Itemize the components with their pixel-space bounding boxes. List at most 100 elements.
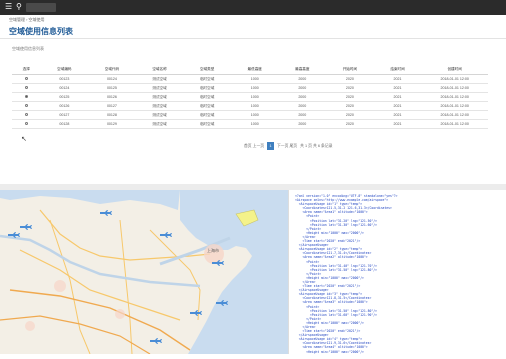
column-header[interactable]: 空域类型 <box>183 64 231 75</box>
table-cell: 2000 <box>279 111 327 120</box>
column-header[interactable]: 选择 <box>12 64 41 75</box>
table-cell: 1000 <box>231 120 279 129</box>
table-row[interactable]: 0012400125测试空域临时空域10002000202020212018-0… <box>12 84 488 93</box>
table-cell: 2000 <box>279 120 327 129</box>
column-header[interactable]: 空域代码 <box>88 64 136 75</box>
column-header[interactable]: 空域编码 <box>41 64 89 75</box>
table-cell: 2020 <box>326 102 374 111</box>
table-cell: 2020 <box>326 75 374 84</box>
table-cell: 2018-01-01 12:00 <box>421 93 488 102</box>
table-cell: 2000 <box>279 102 327 111</box>
table-cell: 测试空域 <box>136 102 184 111</box>
top-toolbar: ☰ ⚲ <box>0 0 506 15</box>
table-cell: 00124 <box>41 84 89 93</box>
table-cell: 00126 <box>41 102 89 111</box>
menu-icon[interactable]: ☰ <box>5 3 13 11</box>
column-header[interactable]: 创建时间 <box>421 64 488 75</box>
table-cell: 2020 <box>326 93 374 102</box>
row-radio[interactable] <box>25 86 28 89</box>
table-row[interactable]: 0012300124测试空域临时空域10002000202020212018-0… <box>12 75 488 84</box>
table-row[interactable]: 0012700128测试空域临时空域10002000202020212018-0… <box>12 111 488 120</box>
table-cell: 2021 <box>374 75 422 84</box>
table-cell: 00127 <box>88 102 136 111</box>
table-cell: 1000 <box>231 84 279 93</box>
page-title: 空域使用信息列表 <box>9 26 73 37</box>
table-cell: 2000 <box>279 75 327 84</box>
airspace-table: 选择空域编码空域代码空域名称空域类型最低高度最高高度开始时间结束时间创建时间 0… <box>12 64 488 129</box>
row-radio[interactable] <box>25 77 28 80</box>
table-cell: 2018-01-01 12:00 <box>421 84 488 93</box>
table-cell: 00125 <box>88 84 136 93</box>
mouse-cursor: ↖ <box>21 135 27 143</box>
table-cell: 1000 <box>231 111 279 120</box>
row-select-cell[interactable] <box>12 111 41 120</box>
table-cell: 临时空域 <box>183 120 231 129</box>
row-select-cell[interactable] <box>12 102 41 111</box>
pager-info: 共 1 页 共 6 条记录 <box>300 144 332 149</box>
table-cell: 00126 <box>88 93 136 102</box>
table-cell: 临时空域 <box>183 93 231 102</box>
table-cell: 2000 <box>279 93 327 102</box>
map-canvas[interactable]: 上海市 <box>0 190 288 354</box>
column-header[interactable]: 结束时间 <box>374 64 422 75</box>
table-cell: 2018-01-01 12:00 <box>421 102 488 111</box>
table-cell: 临时空域 <box>183 102 231 111</box>
pagination: 首页 上一页 1 下一页 尾页 共 1 页 共 6 条记录 <box>244 142 332 150</box>
table-cell: 临时空域 <box>183 84 231 93</box>
table-cell: 临时空域 <box>183 111 231 120</box>
table-body: 0012300124测试空域临时空域10002000202020212018-0… <box>12 75 488 129</box>
table-cell: 00128 <box>41 120 89 129</box>
breadcrumb: 空域管理 › 空域使用 <box>9 17 45 23</box>
row-radio[interactable] <box>25 104 28 107</box>
row-radio[interactable] <box>25 113 28 116</box>
column-header[interactable]: 最低高度 <box>231 64 279 75</box>
table-row[interactable]: 0012500126测试空域临时空域10002000202020212018-0… <box>12 93 488 102</box>
xml-panel[interactable]: <?xml version="1.0" encoding="UTF-8" sta… <box>288 190 506 354</box>
pager-current-page[interactable]: 1 <box>267 142 274 150</box>
table-cell: 00123 <box>41 75 89 84</box>
table-cell: 2021 <box>374 111 422 120</box>
divider <box>0 38 506 39</box>
table-cell: 1000 <box>231 75 279 84</box>
table-cell: 测试空域 <box>136 111 184 120</box>
column-header[interactable]: 开始时间 <box>326 64 374 75</box>
table-cell: 2021 <box>374 120 422 129</box>
table-cell: 00125 <box>41 93 89 102</box>
table-cell: 00127 <box>41 111 89 120</box>
table-cell: 测试空域 <box>136 120 184 129</box>
row-radio[interactable] <box>25 95 28 98</box>
table-cell: 00128 <box>88 111 136 120</box>
table-cell: 00129 <box>88 120 136 129</box>
search-icon[interactable]: ⚲ <box>16 3 24 11</box>
row-select-cell[interactable] <box>12 120 41 129</box>
table-cell: 2018-01-01 12:00 <box>421 120 488 129</box>
pager-next[interactable]: 下一页 尾页 <box>277 144 297 149</box>
table-cell: 2000 <box>279 84 327 93</box>
table-cell: 2018-01-01 12:00 <box>421 75 488 84</box>
table-cell: 2021 <box>374 93 422 102</box>
table-cell: 临时空域 <box>183 75 231 84</box>
table-cell: 测试空域 <box>136 93 184 102</box>
search-input[interactable] <box>26 3 56 12</box>
table-cell: 2021 <box>374 84 422 93</box>
map-view[interactable]: 上海市 <box>0 190 288 354</box>
pager-prev[interactable]: 首页 上一页 <box>244 144 264 149</box>
row-radio[interactable] <box>25 122 28 125</box>
row-select-cell[interactable] <box>12 75 41 84</box>
column-header[interactable]: 空域名称 <box>136 64 184 75</box>
row-select-cell[interactable] <box>12 93 41 102</box>
column-header[interactable]: 最高高度 <box>279 64 327 75</box>
table-row[interactable]: 0012800129测试空域临时空域10002000202020212018-0… <box>12 120 488 129</box>
table-cell: 2020 <box>326 111 374 120</box>
row-select-cell[interactable] <box>12 84 41 93</box>
table-cell: 1000 <box>231 93 279 102</box>
table-cell: 2020 <box>326 120 374 129</box>
map-city-label: 上海市 <box>207 247 219 253</box>
table-cell: 2021 <box>374 102 422 111</box>
xml-content: <?xml version="1.0" encoding="UTF-8" sta… <box>289 190 506 354</box>
table-row[interactable]: 0012600127测试空域临时空域10002000202020212018-0… <box>12 102 488 111</box>
table-cell: 2018-01-01 12:00 <box>421 111 488 120</box>
table-cell: 00124 <box>88 75 136 84</box>
section-subtitle: 空域使用信息列表 <box>12 46 44 52</box>
table-cell: 测试空域 <box>136 84 184 93</box>
